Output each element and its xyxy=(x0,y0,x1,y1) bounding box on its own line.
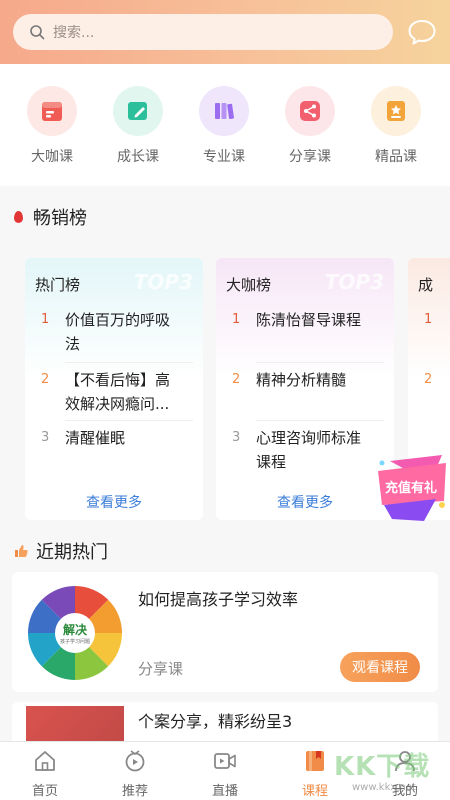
rank-number: 1 xyxy=(424,312,433,327)
rank-title-line: 课程 xyxy=(256,453,287,471)
search-placeholder: 搜索... xyxy=(53,25,95,41)
rank-number: 2 xyxy=(424,372,433,387)
rank-number: 2 xyxy=(41,372,50,387)
rank-number: 3 xyxy=(232,430,241,445)
rank-item[interactable]: 2 精神分析精髓 xyxy=(226,368,386,392)
watch-course-button[interactable]: 观看课程 xyxy=(340,652,420,682)
home-icon xyxy=(35,751,55,771)
thumbnail-sub-text: 孩子学习问题 xyxy=(59,639,90,645)
rank-title-line: 价值百万的呼吸 xyxy=(65,311,171,329)
rank-title: 【不看后悔】高 效解决网瘾问... xyxy=(65,368,170,416)
category-label: 精品课 xyxy=(375,149,417,165)
divider xyxy=(65,420,193,421)
tab-live[interactable]: 直播 xyxy=(180,748,270,799)
tab-home[interactable]: 首页 xyxy=(0,748,90,799)
drop-icon xyxy=(14,211,23,223)
rank-item[interactable]: 3 心理咨询师标准 课程 xyxy=(226,426,386,474)
rank-item: 1 xyxy=(418,308,450,332)
ranking-card-hot[interactable]: 热门榜 TOP3 1 价值百万的呼吸法 2 【不看后悔】高 效解决网瘾问... 3… xyxy=(25,258,203,520)
course-type: 分享课 xyxy=(138,660,184,678)
category-dakake[interactable]: 大咖课 xyxy=(12,86,92,166)
category-label: 专业课 xyxy=(203,149,245,165)
rank-title: 价值百万的呼吸法 xyxy=(65,308,170,356)
tab-recommend[interactable]: 推荐 xyxy=(90,748,180,799)
divider xyxy=(65,362,193,363)
recent-hot-section: 近期热门 解决 孩子学习问题 如何提高孩子学习效率 分享课 观看课程 个案分享，… xyxy=(0,526,450,742)
category-zhuanyeke[interactable]: 专业课 xyxy=(184,86,264,166)
rank-number: 3 xyxy=(41,430,50,445)
search-icon xyxy=(30,25,45,40)
category-label: 分享课 xyxy=(289,149,331,165)
category-jingpinke[interactable]: 精品课 xyxy=(356,86,436,166)
card-title: 成 xyxy=(418,276,434,294)
search-bar[interactable]: 搜索... xyxy=(13,14,393,50)
rank-item[interactable]: 2 【不看后悔】高 效解决网瘾问... xyxy=(35,368,195,416)
card-title: 大咖榜 xyxy=(226,276,272,294)
card-title: 热门榜 xyxy=(35,276,81,294)
category-label: 大咖课 xyxy=(31,149,73,165)
rank-title-line: 【不看后悔】高 xyxy=(65,371,171,389)
rank-title-line: 法 xyxy=(65,335,81,353)
thumbnail-center-text: 解决 xyxy=(62,623,87,637)
promo-text: 充值有礼 xyxy=(384,481,437,496)
rank-item[interactable]: 1 陈清怡督导课程 xyxy=(226,308,386,332)
course-icon xyxy=(306,751,324,771)
tab-label: 推荐 xyxy=(121,784,148,799)
tab-label: 直播 xyxy=(211,784,238,799)
calendar-icon xyxy=(27,86,77,136)
top3-watermark: TOP3 xyxy=(133,270,193,294)
edit-icon xyxy=(113,86,163,136)
rank-title: 陈清怡督导课程 xyxy=(256,311,362,329)
category-label: 成长课 xyxy=(117,149,159,165)
section-title-text: 近期热门 xyxy=(36,542,108,563)
live-icon xyxy=(214,753,236,769)
rank-title: 心理咨询师标准 课程 xyxy=(256,426,361,474)
rank-title: 清醒催眠 xyxy=(65,429,126,447)
recharge-promo-badge[interactable]: 充值有礼 xyxy=(372,453,450,525)
course-title[interactable]: 如何提高孩子学习效率 xyxy=(138,586,298,610)
top3-watermark: TOP3 xyxy=(324,270,384,294)
course-title[interactable]: 个案分享，精彩纷呈3 xyxy=(138,708,292,732)
category-fenxiangke[interactable]: 分享课 xyxy=(270,86,350,166)
message-icon[interactable] xyxy=(406,16,438,48)
share-icon xyxy=(285,86,335,136)
rank-title-line: 心理咨询师标准 xyxy=(256,429,362,447)
ranking-card-master[interactable]: 大咖榜 TOP3 1 陈清怡督导课程 2 精神分析精髓 3 心理咨询师标准 课程 … xyxy=(216,258,394,520)
top-header: 搜索... xyxy=(0,0,450,64)
books-icon xyxy=(199,86,249,136)
award-icon xyxy=(371,86,421,136)
category-row: 大咖课 成长课 专业课 分享课 精品课 xyxy=(0,64,450,186)
tab-label: 首页 xyxy=(31,784,58,799)
course-thumbnail xyxy=(26,706,124,742)
rank-item[interactable]: 3 清醒催眠 xyxy=(35,426,195,450)
course-card[interactable]: 解决 孩子学习问题 如何提高孩子学习效率 分享课 观看课程 xyxy=(12,572,438,692)
section-title: 畅销榜 xyxy=(14,204,87,230)
category-chengzhangke[interactable]: 成长课 xyxy=(98,86,178,166)
see-more-link[interactable]: 查看更多 xyxy=(216,492,394,512)
course-thumbnail: 解决 孩子学习问题 xyxy=(26,584,124,682)
thumbs-up-icon xyxy=(15,545,28,557)
divider xyxy=(256,362,384,363)
see-more-link[interactable]: 查看更多 xyxy=(25,492,203,512)
divider xyxy=(256,420,384,421)
watermark-url: www.kkx.net xyxy=(352,782,416,793)
site-watermark: KK下载 www.kkx.net xyxy=(330,744,450,800)
course-card[interactable]: 个案分享，精彩纷呈3 xyxy=(12,702,438,742)
rank-number: 2 xyxy=(232,372,241,387)
rank-title: 精神分析精髓 xyxy=(256,371,347,389)
rank-number: 1 xyxy=(232,312,241,327)
rank-item: 2 xyxy=(418,368,450,392)
rank-number: 1 xyxy=(41,312,50,327)
rank-item[interactable]: 1 价值百万的呼吸法 xyxy=(35,308,195,356)
section-title: 近期热门 xyxy=(14,538,108,564)
recommend-icon xyxy=(125,750,145,772)
watermark-text: KK下载 xyxy=(334,752,431,782)
section-title-text: 畅销榜 xyxy=(33,208,87,229)
rank-title-line: 效解决网瘾问... xyxy=(65,395,170,413)
